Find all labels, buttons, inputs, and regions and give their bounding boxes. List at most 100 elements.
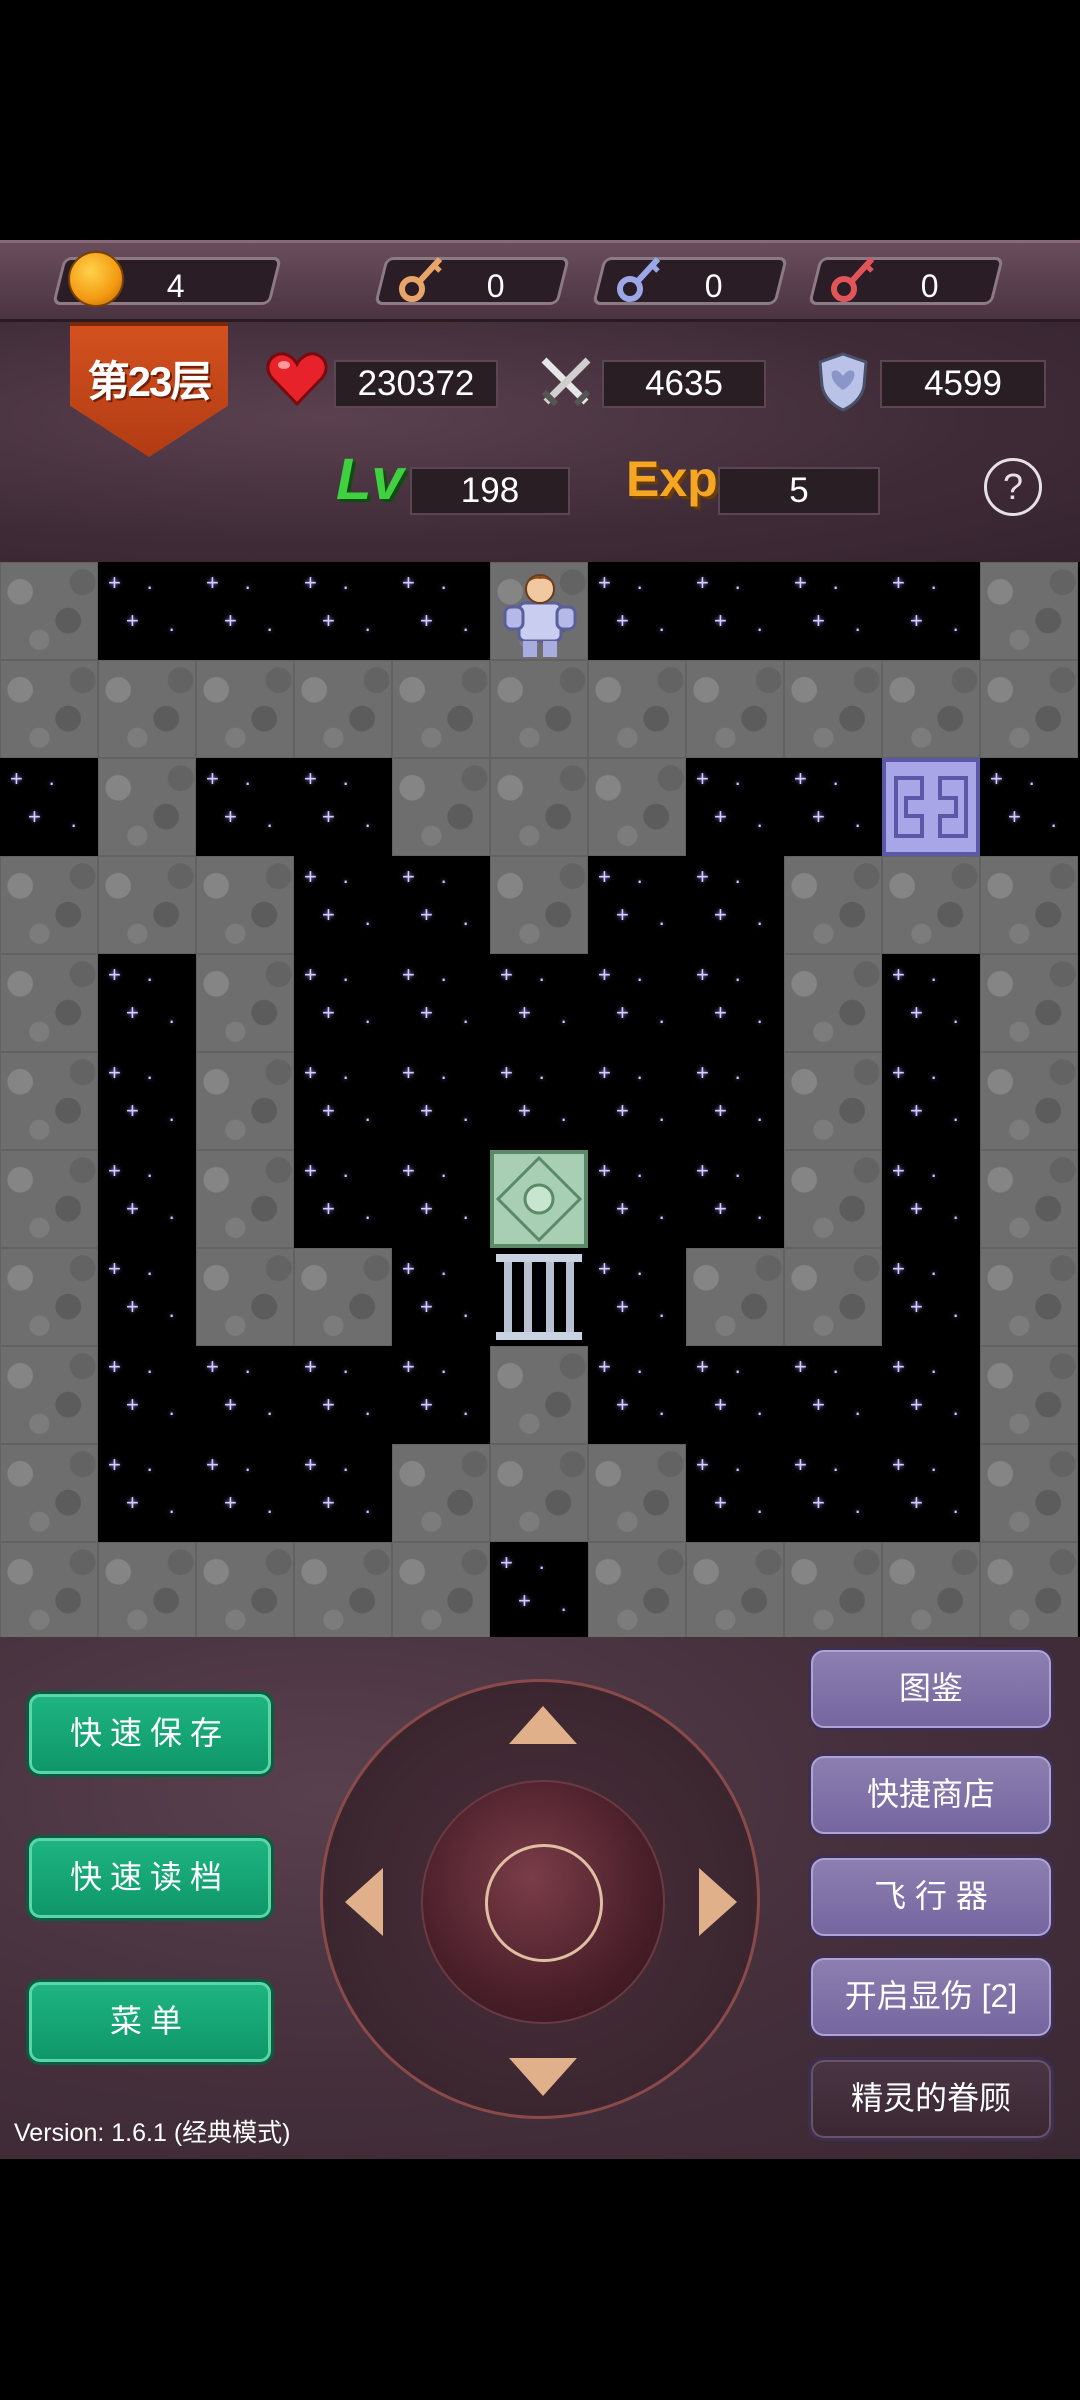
star-decoration: ·	[636, 1358, 644, 1383]
star-decoration: ·	[364, 1106, 372, 1131]
star-decoration: ·	[48, 770, 56, 795]
star-decoration: +	[598, 864, 611, 889]
floor-tile	[490, 562, 588, 660]
star-decoration: +	[126, 608, 139, 633]
quick-save-button[interactable]: 快速保存	[26, 1691, 274, 1777]
star-decoration: ·	[266, 616, 274, 641]
star-decoration: +	[598, 1158, 611, 1183]
game-map[interactable]: + · + · + · + · + · + · + · + · + · + · + · + · + · + · + · + · + · + · + · + ·…	[0, 562, 1080, 1637]
show-damage-button[interactable]: 开启显伤 [2]	[808, 1955, 1054, 2039]
star-decoration: +	[812, 1392, 825, 1417]
star-decoration: +	[616, 1098, 629, 1123]
star-decoration: +	[892, 570, 905, 595]
blue-door-icon[interactable]	[882, 758, 980, 856]
star-decoration: ·	[1050, 812, 1058, 837]
star-decoration: +	[402, 570, 415, 595]
star-decoration: +	[420, 1098, 433, 1123]
flyer-button[interactable]: 飞 行 器	[808, 1855, 1054, 1939]
star-decoration: ·	[952, 616, 960, 641]
arrow-right-icon[interactable]	[699, 1868, 737, 1936]
star-decoration: +	[616, 1392, 629, 1417]
floor-tile: + · + ·	[588, 1150, 686, 1248]
star-decoration: ·	[462, 1302, 470, 1327]
arrow-left-icon[interactable]	[345, 1868, 383, 1936]
star-decoration: +	[714, 902, 727, 927]
star-decoration: +	[812, 804, 825, 829]
star-decoration: +	[322, 1490, 335, 1515]
star-decoration: ·	[636, 1260, 644, 1285]
teleport-tile-icon[interactable]	[490, 1150, 588, 1248]
encyclopedia-button[interactable]: 图鉴	[808, 1647, 1054, 1731]
shield-icon	[818, 352, 868, 412]
fairy-blessing-button[interactable]: 精灵的眷顾	[808, 2057, 1054, 2141]
wall-tile	[0, 1052, 98, 1150]
wall-tile	[686, 1542, 784, 1637]
wall-tile	[882, 856, 980, 954]
wall-tile	[490, 660, 588, 758]
star-decoration: +	[1008, 804, 1021, 829]
dpad-center-button[interactable]	[421, 1780, 665, 2024]
floor-tile: + · + ·	[686, 1150, 784, 1248]
question-mark-icon: ?	[1002, 466, 1024, 507]
wall-tile	[784, 1052, 882, 1150]
direction-pad[interactable]	[320, 1679, 760, 2119]
floor-tile: + · + ·	[294, 954, 392, 1052]
star-decoration: ·	[364, 910, 372, 935]
star-decoration: +	[794, 570, 807, 595]
star-decoration: +	[892, 1354, 905, 1379]
star-decoration: ·	[364, 812, 372, 837]
star-decoration: ·	[70, 812, 78, 837]
iron-gate-icon[interactable]	[490, 1248, 588, 1346]
star-decoration: ·	[364, 616, 372, 641]
star-decoration: +	[108, 1452, 121, 1477]
floor-tile: + · + ·	[784, 758, 882, 856]
star-decoration: ·	[560, 1596, 568, 1621]
wall-tile	[392, 758, 490, 856]
star-decoration: +	[910, 1392, 923, 1417]
star-decoration: ·	[168, 1106, 176, 1131]
floor-tile: + · + ·	[686, 1346, 784, 1444]
star-decoration: +	[696, 864, 709, 889]
floor-tile: + · + ·	[882, 562, 980, 660]
floor-tile: + · + ·	[98, 1346, 196, 1444]
wall-tile	[0, 954, 98, 1052]
star-decoration: ·	[756, 1204, 764, 1229]
floor-tile: + · + ·	[784, 562, 882, 660]
menu-button[interactable]: 菜单	[26, 1979, 274, 2065]
wall-tile	[980, 856, 1078, 954]
wall-tile	[196, 1248, 294, 1346]
blue-key-icon	[617, 256, 661, 302]
star-decoration: ·	[658, 1106, 666, 1131]
floor-tile: + · + ·	[196, 562, 294, 660]
star-decoration: +	[402, 864, 415, 889]
star-decoration: +	[126, 1392, 139, 1417]
star-decoration: +	[402, 1060, 415, 1085]
star-decoration: ·	[342, 1456, 350, 1481]
wall-tile	[294, 1542, 392, 1637]
wall-tile	[98, 1542, 196, 1637]
star-decoration: ·	[854, 616, 862, 641]
wall-tile	[294, 1248, 392, 1346]
wall-tile	[392, 1542, 490, 1637]
star-decoration: ·	[266, 1400, 274, 1425]
star-decoration: ·	[636, 574, 644, 599]
floor-tile: + · + ·	[490, 1542, 588, 1637]
star-decoration: ·	[952, 1400, 960, 1425]
help-button[interactable]: ?	[984, 458, 1042, 516]
star-decoration: +	[304, 1060, 317, 1085]
wall-tile	[196, 954, 294, 1052]
star-decoration: +	[402, 1158, 415, 1183]
star-decoration: +	[696, 570, 709, 595]
wall-tile	[0, 1444, 98, 1542]
quick-load-button[interactable]: 快速读档	[26, 1835, 274, 1921]
hp-value: 230372	[334, 360, 498, 408]
star-decoration: ·	[342, 770, 350, 795]
arrow-down-icon[interactable]	[509, 2058, 577, 2096]
star-decoration: +	[910, 1490, 923, 1515]
star-decoration: ·	[952, 1498, 960, 1523]
arrow-up-icon[interactable]	[509, 1706, 577, 1744]
quick-shop-button[interactable]: 快捷商店	[808, 1753, 1054, 1837]
hero-sprite[interactable]	[491, 563, 589, 661]
floor-tile: + · + ·	[294, 856, 392, 954]
floor-tile: + · + ·	[882, 1444, 980, 1542]
